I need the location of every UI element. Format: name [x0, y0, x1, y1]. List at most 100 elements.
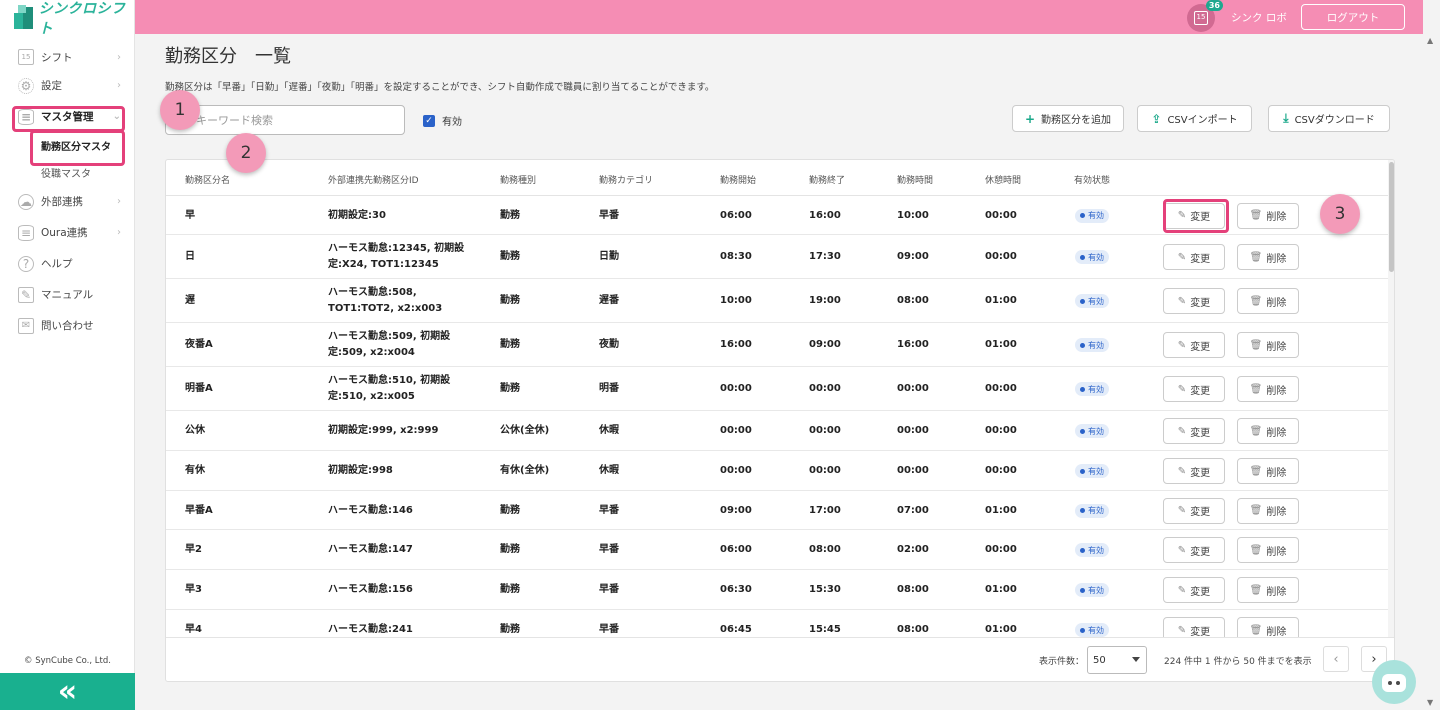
delete-button[interactable]: 🗑 削除 [1237, 376, 1299, 402]
cell-shift-category: 早番 [599, 584, 619, 595]
delete-button[interactable]: 🗑 削除 [1237, 244, 1299, 270]
table-scrollbar[interactable] [1388, 160, 1394, 637]
cell-end-time: 00:00 [809, 465, 841, 476]
cell-shift-category: 早番 [599, 504, 619, 516]
cell-shift-name: 早2 [185, 544, 202, 555]
sidebar-collapse-button[interactable]: « [0, 673, 135, 710]
column-header: 勤務種別 [500, 176, 537, 186]
csv-import-button[interactable]: ⇪ CSVインポート [1137, 105, 1252, 132]
pencil-icon: ✎ [1177, 505, 1187, 516]
delete-button[interactable]: 🗑 削除 [1237, 288, 1299, 314]
table-row: 早番A ハーモス勤怠:146 勤務 早番 09:00 17:00 07:00 01:00 有効 ✎… [166, 491, 1388, 530]
cell-start-time: 08:30 [720, 251, 752, 262]
delete-label: 削除 [1266, 341, 1287, 353]
scroll-down-icon[interactable]: ▼ [1427, 698, 1433, 707]
delete-label: 削除 [1266, 626, 1287, 638]
table-scroll-thumb[interactable] [1389, 162, 1394, 272]
column-header: 勤務開始 [720, 176, 757, 186]
edit-button[interactable]: ✎ 変更 [1163, 288, 1225, 314]
status-dot-icon [1080, 428, 1085, 434]
delete-button[interactable]: 🗑 削除 [1237, 202, 1299, 229]
table-header: 勤務区分名 外部連携先勤務区分ID 勤務種別 勤務カテゴリ 勤務開始 勤務終了 … [166, 160, 1388, 196]
delete-button[interactable]: 🗑 削除 [1237, 332, 1299, 358]
edit-button[interactable]: ✎ 変更 [1163, 376, 1225, 402]
app-logo[interactable]: シンクロシフト [12, 1, 134, 37]
search-input[interactable] [196, 113, 386, 127]
cell-break-time: 00:00 [985, 425, 1017, 436]
sidebar-item-help[interactable]: ? ヘルプ [0, 248, 135, 279]
edit-button[interactable]: ✎ 変更 [1163, 617, 1225, 637]
cloud-icon: ☁ [18, 193, 34, 210]
column-header: 勤務時間 [897, 176, 934, 186]
upload-icon: ⇪ [1151, 111, 1162, 126]
edit-button[interactable]: ✎ 変更 [1163, 497, 1225, 524]
cell-start-time: 06:45 [720, 624, 752, 635]
sidebar: シンクロシフト 15 シフト › ⚙ 設定 › ≡ マスタ管理 ⌄ 勤務区分マス… [0, 0, 135, 710]
cell-shift-name: 公休 [185, 425, 205, 436]
notification-calendar-button[interactable]: 15 36 [1187, 0, 1223, 32]
status-badge: 有効 [1075, 543, 1109, 557]
delete-button[interactable]: 🗑 削除 [1237, 537, 1299, 563]
sidebar-item-settings[interactable]: ⚙ 設定 › [0, 70, 135, 101]
pencil-icon: ✎ [1177, 465, 1187, 477]
cell-break-time: 01:00 [985, 295, 1017, 306]
chatbot-button[interactable] [1372, 660, 1416, 704]
sidebar-item-label: シフト [41, 51, 73, 64]
status-label: 有効 [1088, 211, 1104, 220]
delete-button[interactable]: 🗑 削除 [1237, 418, 1299, 444]
question-icon: ? [18, 255, 34, 272]
edit-button[interactable]: ✎ 変更 [1163, 577, 1225, 603]
csv-download-button[interactable]: ⤓ CSVダウンロード [1268, 105, 1390, 132]
pen-icon: ✎ [18, 286, 34, 303]
delete-label: 削除 [1266, 297, 1287, 309]
sidebar-item-contact[interactable]: ✉ 問い合わせ [0, 310, 135, 341]
cell-end-time: 16:00 [809, 209, 841, 221]
sidebar-item-external[interactable]: ☁ 外部連携 › [0, 186, 135, 217]
edit-button[interactable]: ✎ 変更 [1163, 537, 1225, 563]
cell-end-time: 15:45 [809, 624, 841, 635]
cell-start-time: 06:30 [720, 584, 752, 595]
cell-end-time: 17:30 [809, 251, 841, 262]
per-page-select[interactable]: 50 [1087, 646, 1147, 674]
trash-icon: 🗑 [1249, 465, 1263, 477]
sidebar-item-shift[interactable]: 15 シフト › [0, 44, 135, 70]
cell-external-id: 初期設定:998 [328, 465, 393, 476]
sidebar-item-label: 設定 [41, 80, 62, 92]
cell-shift-category: 休暇 [599, 425, 619, 436]
sidebar-item-manual[interactable]: ✎ マニュアル [0, 279, 135, 310]
cell-end-time: 17:00 [809, 504, 841, 516]
delete-button[interactable]: 🗑 削除 [1237, 617, 1299, 637]
prev-page-button[interactable]: ‹ [1323, 646, 1349, 672]
page-scrollbar[interactable]: ▲ ▼ [1423, 0, 1440, 710]
cell-shift-category: 日勤 [599, 251, 619, 262]
search-box[interactable] [165, 105, 405, 135]
delete-button[interactable]: 🗑 削除 [1237, 577, 1299, 603]
cell-shift-category: 明番 [599, 383, 619, 394]
delete-button[interactable]: 🗑 削除 [1237, 497, 1299, 524]
checkbox-checked-icon[interactable]: ✓ [423, 114, 435, 127]
csv-import-label: CSVインポート [1167, 115, 1238, 126]
delete-button[interactable]: 🗑 削除 [1237, 458, 1299, 484]
cell-external-id: ハーモス勤怠:156 [328, 584, 413, 595]
cell-shift-kind: 勤務 [500, 209, 520, 221]
top-header: 15 36 シンク ロボ ログアウト [135, 0, 1423, 34]
add-shift-type-button[interactable]: + 勤務区分を追加 [1012, 105, 1124, 132]
active-filter[interactable]: ✓ 有効 [423, 113, 462, 128]
cell-external-id: ハーモス勤怠:241 [328, 624, 413, 635]
status-badge: 有効 [1075, 623, 1109, 637]
scroll-up-icon[interactable]: ▲ [1427, 36, 1433, 45]
cell-duration: 16:00 [897, 339, 929, 350]
cell-external-id: ハーモス勤怠:509, 初期設定:509, x2:x004 [328, 331, 451, 358]
edit-button[interactable]: ✎ 変更 [1163, 418, 1225, 444]
table-row: 公休 初期設定:999, x2:999 公休(全休) 休暇 00:00 00:00 00:0… [166, 411, 1388, 451]
chevron-right-icon: › [117, 51, 121, 63]
edit-button[interactable]: ✎ 変更 [1163, 244, 1225, 270]
edit-button[interactable]: ✎ 変更 [1163, 458, 1225, 484]
sidebar-item-oura[interactable]: ≡ Oura連携 › [0, 217, 135, 248]
column-header: 外部連携先勤務区分ID [328, 176, 419, 186]
cell-shift-name: 日 [185, 251, 195, 262]
logout-button[interactable]: ログアウト [1301, 4, 1405, 30]
table-row: 日 ハーモス勤怠:12345, 初期設定:X24, TOT1:12345 勤務 日勤 0… [166, 235, 1388, 279]
edit-button[interactable]: ✎ 変更 [1163, 332, 1225, 358]
cell-start-time: 00:00 [720, 383, 752, 394]
